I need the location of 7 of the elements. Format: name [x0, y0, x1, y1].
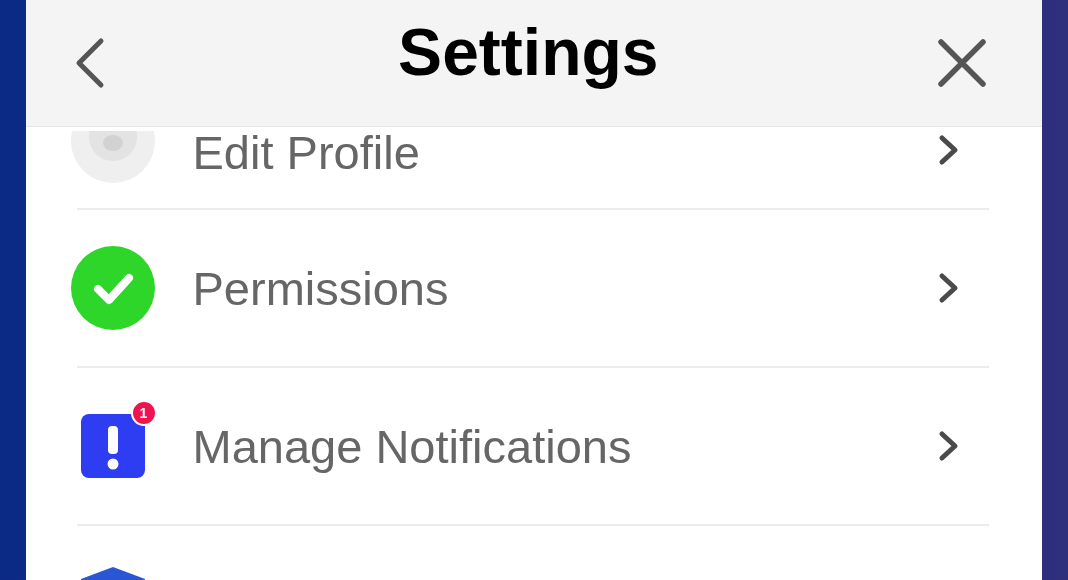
settings-item[interactable]: Manage Notifications — [192, 418, 937, 474]
page-title: Settings — [398, 14, 659, 90]
settings-item[interactable]: Edit Profile — [192, 129, 937, 176]
close-icon[interactable] — [936, 38, 987, 88]
notification-badge: 1 — [130, 400, 157, 426]
check-icon — [70, 246, 155, 330]
settings-item[interactable]: Permissions — [192, 260, 937, 316]
